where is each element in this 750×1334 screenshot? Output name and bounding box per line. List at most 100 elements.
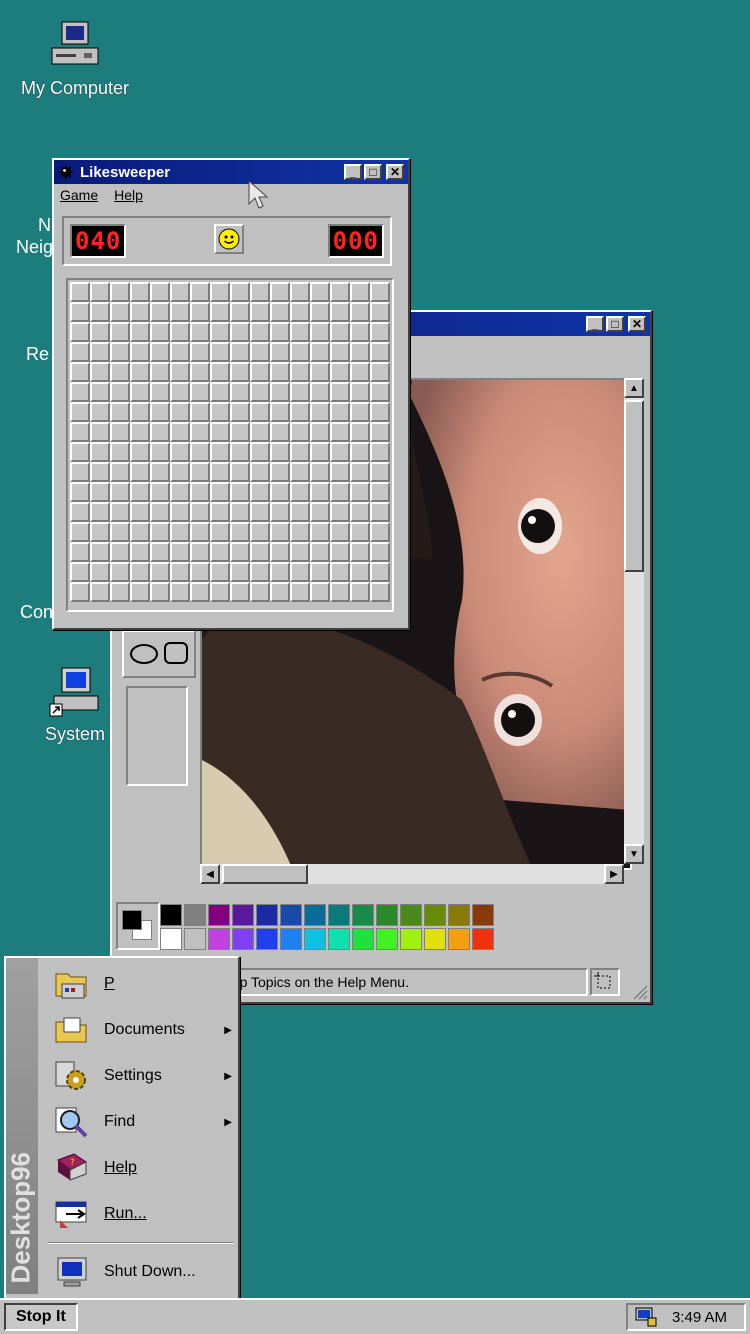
mine-cell[interactable] [170, 502, 190, 522]
mine-cell[interactable] [230, 342, 250, 362]
mine-cell[interactable] [270, 522, 290, 542]
mine-cell[interactable] [190, 522, 210, 542]
palette-color-swatch[interactable] [184, 928, 206, 950]
mine-cell[interactable] [150, 562, 170, 582]
mine-cell[interactable] [130, 402, 150, 422]
mine-cell[interactable] [350, 462, 370, 482]
palette-color-swatch[interactable] [352, 928, 374, 950]
mine-cell[interactable] [170, 302, 190, 322]
mine-cell[interactable] [70, 382, 90, 402]
start-item-settings[interactable]: Settings ▶ [54, 1054, 240, 1098]
scroll-up-button[interactable]: ▲ [624, 378, 644, 398]
mine-cell[interactable] [350, 302, 370, 322]
mine-cell[interactable] [210, 422, 230, 442]
mine-cell[interactable] [70, 322, 90, 342]
mine-cell[interactable] [70, 402, 90, 422]
palette-color-swatch[interactable] [208, 928, 230, 950]
mine-cell[interactable] [130, 522, 150, 542]
start-item-help[interactable]: ? Help [54, 1146, 240, 1190]
mine-cell[interactable] [290, 562, 310, 582]
mine-cell[interactable] [290, 282, 310, 302]
mine-cell[interactable] [230, 582, 250, 602]
mine-cell[interactable] [150, 422, 170, 442]
mine-cell[interactable] [230, 322, 250, 342]
palette-color-swatch[interactable] [304, 928, 326, 950]
palette-color-swatch[interactable] [472, 904, 494, 926]
mine-cell[interactable] [130, 322, 150, 342]
mine-cell[interactable] [230, 362, 250, 382]
mine-cell[interactable] [330, 502, 350, 522]
mine-cell[interactable] [170, 362, 190, 382]
mine-cell[interactable] [230, 462, 250, 482]
mine-cell[interactable] [270, 362, 290, 382]
mine-cell[interactable] [130, 442, 150, 462]
mine-cell[interactable] [350, 442, 370, 462]
mine-cell[interactable] [150, 462, 170, 482]
mine-cell[interactable] [250, 342, 270, 362]
reset-face-button[interactable] [214, 224, 244, 254]
palette-color-swatch[interactable] [256, 904, 278, 926]
mine-cell[interactable] [330, 422, 350, 442]
mine-cell[interactable] [70, 502, 90, 522]
mine-cell[interactable] [330, 462, 350, 482]
mine-cell[interactable] [210, 442, 230, 462]
mine-cell[interactable] [170, 402, 190, 422]
palette-color-swatch[interactable] [232, 928, 254, 950]
mine-cell[interactable] [350, 362, 370, 382]
mine-cell[interactable] [270, 382, 290, 402]
mine-cell[interactable] [130, 282, 150, 302]
mine-cell[interactable] [170, 582, 190, 602]
mine-cell[interactable] [110, 442, 130, 462]
mine-cell[interactable] [370, 582, 390, 602]
mine-cell[interactable] [110, 282, 130, 302]
mine-cell[interactable] [110, 422, 130, 442]
palette-color-swatch[interactable] [184, 904, 206, 926]
mine-cell[interactable] [370, 522, 390, 542]
mine-cell[interactable] [110, 522, 130, 542]
mine-cell[interactable] [210, 302, 230, 322]
menu-game[interactable]: Game [60, 187, 98, 203]
mine-cell[interactable] [350, 342, 370, 362]
mine-cell[interactable] [70, 342, 90, 362]
mine-cell[interactable] [150, 322, 170, 342]
mine-cell[interactable] [270, 582, 290, 602]
mine-cell[interactable] [90, 582, 110, 602]
mine-cell[interactable] [330, 522, 350, 542]
mine-cell[interactable] [90, 342, 110, 362]
resize-grip-icon[interactable] [630, 982, 648, 1000]
mine-cell[interactable] [250, 502, 270, 522]
my-computer-shortcut[interactable]: My Computer [20, 20, 130, 99]
mine-cell[interactable] [350, 522, 370, 542]
mine-cell[interactable] [310, 382, 330, 402]
mine-cell[interactable] [130, 382, 150, 402]
palette-color-swatch[interactable] [232, 904, 254, 926]
mine-cell[interactable] [210, 582, 230, 602]
mine-cell[interactable] [170, 282, 190, 302]
mine-cell[interactable] [90, 462, 110, 482]
mine-cell[interactable] [350, 382, 370, 402]
mine-cell[interactable] [270, 442, 290, 462]
palette-color-swatch[interactable] [256, 928, 278, 950]
mine-cell[interactable] [90, 562, 110, 582]
mine-cell[interactable] [290, 542, 310, 562]
mine-cell[interactable] [270, 342, 290, 362]
mine-cell[interactable] [70, 282, 90, 302]
mine-cell[interactable] [230, 562, 250, 582]
mine-cell[interactable] [250, 462, 270, 482]
mine-cell[interactable] [130, 462, 150, 482]
palette-color-swatch[interactable] [328, 904, 350, 926]
mine-cell[interactable] [350, 562, 370, 582]
mine-cell[interactable] [370, 482, 390, 502]
mine-cell[interactable] [90, 282, 110, 302]
mine-cell[interactable] [70, 542, 90, 562]
mine-cell[interactable] [210, 282, 230, 302]
mine-cell[interactable] [230, 522, 250, 542]
mine-cell[interactable] [270, 322, 290, 342]
close-button[interactable]: ✕ [386, 164, 404, 180]
mine-cell[interactable] [290, 322, 310, 342]
maximize-button[interactable]: □ [606, 316, 624, 332]
mine-cell[interactable] [130, 562, 150, 582]
palette-color-swatch[interactable] [160, 928, 182, 950]
mine-cell[interactable] [310, 482, 330, 502]
mine-cell[interactable] [350, 282, 370, 302]
